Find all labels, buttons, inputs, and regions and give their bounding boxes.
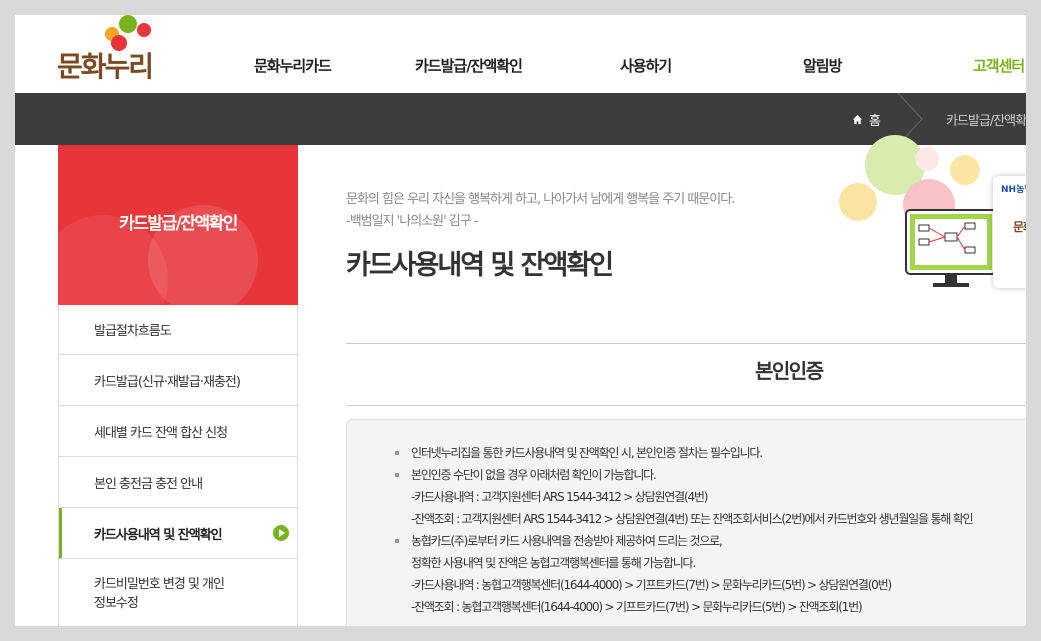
sidebar-item-issue-flow[interactable]: 발급절차흐름도 [59,305,297,355]
info-subitem: -카드사용내역 : 고객지원센터 ARS 1544-3412 > 상담원연결(4… [411,490,708,504]
info-subitem: 정확한 사용내역 및 잔액은 농협고객행복센터를 통해 가능합니다. [411,556,696,570]
nav-customer-center[interactable]: 고객센터 [973,55,1025,76]
section-title: 본인인증 [755,359,824,383]
breadcrumb-home-label: 홈 [869,114,881,129]
info-item: 본인인증 수단이 없을 경우 아래처럼 확인이 가능합니다. [394,464,972,486]
monitor-card-illustration: NH농협 문화누 [835,135,1026,305]
info-subitem: -잔액조회 : 농협고객행복센터(1644-4000) > 기프트카드(7번) … [411,600,863,614]
logo-text: 문화누리 [57,50,154,83]
sidebar-item-usage-balance[interactable]: 카드사용내역 및 잔액확인 [59,508,297,559]
card-brand: NH농협 [1001,185,1026,195]
divider-top [346,343,1026,344]
arrow-right-circle-icon [273,525,289,541]
nav-card-issue-balance[interactable]: 카드발급/잔액확인 [415,55,523,76]
info-box: 인터넷누리집을 통한 카드사용내역 및 잔액확인 시, 본인인증 절차는 필수입… [346,419,1026,626]
sidebar-title: 카드발급/잔액확인 [119,214,238,234]
site-logo[interactable]: 문화누리 [57,15,175,83]
info-item: 인터넷누리집을 통한 카드사용내역 및 잔액확인 시, 본인인증 절차는 필수입… [394,442,972,464]
logo-dot [119,15,137,33]
info-list: 인터넷누리집을 통한 카드사용내역 및 잔액확인 시, 본인인증 절차는 필수입… [394,442,974,618]
quote: 문화의 힘은 우리 자신을 행복하게 하고, 나아가서 남에게 행복을 주기 때… [346,189,735,233]
home-icon [852,114,863,125]
sidebar-item-card-issue[interactable]: 카드발급(신규·재발급·재충전) [59,355,297,406]
sidebar-header: 카드발급/잔액확인 [58,145,298,305]
culture-card-image: NH농협 문화누 [993,176,1026,288]
breadcrumb-current[interactable]: 카드발급/잔액확인 [946,110,1026,129]
quote-text: 문화의 힘은 우리 자신을 행복하게 하고, 나아가서 남에게 행복을 주기 때… [346,192,735,207]
divider-bottom [346,405,1026,406]
info-subitem: -카드사용내역 : 농협고객행복센터(1644-4000) > 기프트카드(7번… [411,578,892,592]
nav-notice[interactable]: 알림방 [803,55,842,76]
info-item: 농협카드(주)로부터 카드 사용내역을 전송받아 제공하여 드리는 것으로, [394,530,972,552]
sidebar-item-household-balance[interactable]: 세대별 카드 잔액 합산 신청 [59,406,297,457]
nav-usage[interactable]: 사용하기 [620,55,672,76]
breadcrumb-home[interactable]: 홈 [852,110,881,129]
logo-dot [137,23,151,37]
page-title: 카드사용내역 및 잔액확인 [346,250,614,281]
info-subitem: -잔액조회 : 고객지원센터 ARS 1544-3412 > 상담원연결(4번)… [411,512,974,526]
monitor-icon [905,209,997,287]
sidebar-item-self-charge[interactable]: 본인 충전금 충전 안내 [59,457,297,508]
sidebar-menu: 발급절차흐름도 카드발급(신규·재발급·재충전) 세대별 카드 잔액 합산 신청… [58,305,298,626]
nav-culture-card[interactable]: 문화누리카드 [254,55,332,76]
page-frame: 문화누리 문화누리카드 카드발급/잔액확인 사용하기 알림방 고객센터 홈 카드… [15,15,1026,626]
quote-author: -백범일지 '나의소원' 김구 - [346,214,479,229]
sidebar-item-password-change[interactable]: 카드비밀번호 변경 및 개인 정보수정 [59,559,297,626]
card-text: 문화누 [1013,220,1026,234]
